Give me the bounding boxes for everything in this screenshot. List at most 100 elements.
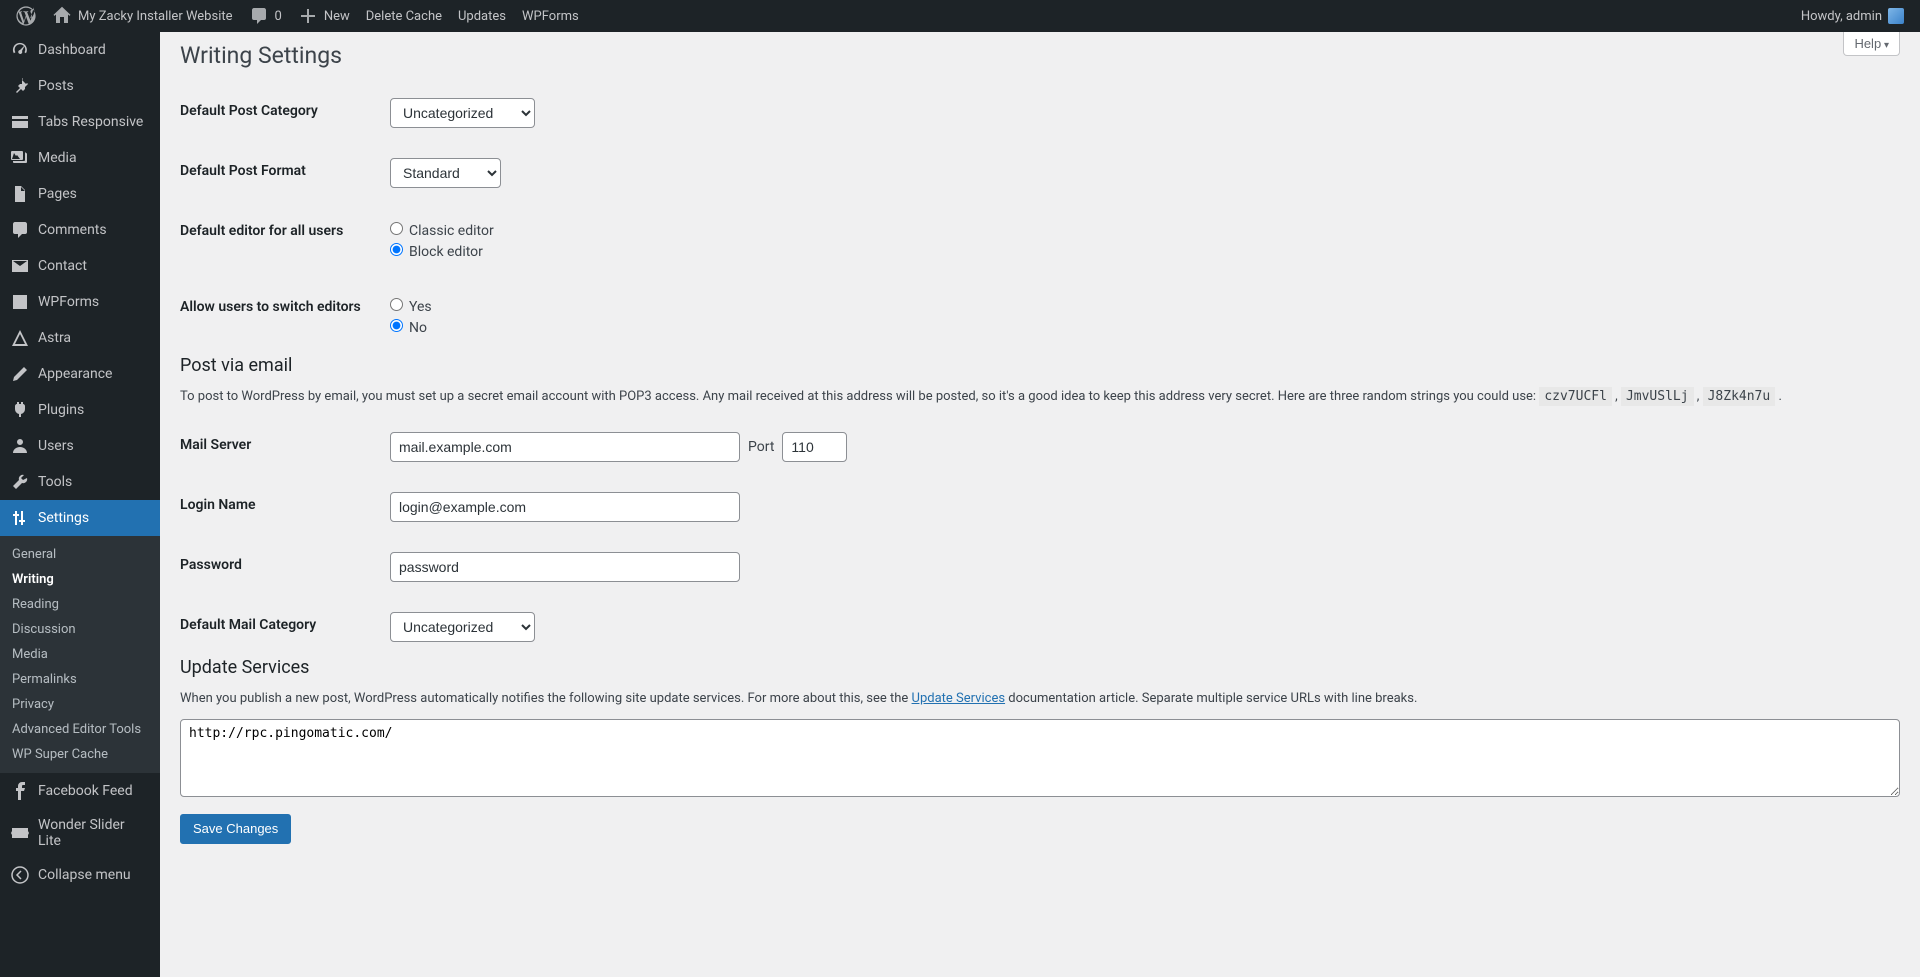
password-label: Password <box>180 537 380 597</box>
editor-block-radio[interactable] <box>390 243 403 256</box>
menu-label: WPForms <box>38 294 99 310</box>
menu-label: Dashboard <box>38 42 106 58</box>
users-icon <box>10 436 30 456</box>
default-editor-label: Default editor for all users <box>180 203 380 279</box>
random-string-1: czv7UCFl <box>1539 387 1612 406</box>
default-format-select[interactable]: Standard <box>390 158 501 188</box>
wrench-icon <box>10 472 30 492</box>
updates-link[interactable]: Updates <box>450 0 514 32</box>
wordpress-icon <box>16 6 36 26</box>
submenu-media[interactable]: Media <box>0 642 160 667</box>
ping-sites-textarea[interactable] <box>180 719 1900 797</box>
menu-label: Settings <box>38 510 89 526</box>
login-name-label: Login Name <box>180 477 380 537</box>
mail-category-label: Default Mail Category <box>180 597 380 657</box>
form-icon <box>10 292 30 312</box>
mail-server-label: Mail Server <box>180 417 380 477</box>
menu-media[interactable]: Media <box>0 140 160 176</box>
plus-icon <box>298 6 318 26</box>
menu-comments[interactable]: Comments <box>0 212 160 248</box>
menu-wonder-slider[interactable]: Wonder Slider Lite <box>0 809 160 857</box>
wordpress-logo-menu[interactable] <box>8 0 44 32</box>
delete-cache-link[interactable]: Delete Cache <box>358 0 450 32</box>
pin-icon <box>10 76 30 96</box>
post-via-email-description: To post to WordPress by email, you must … <box>180 389 1900 404</box>
menu-appearance[interactable]: Appearance <box>0 356 160 392</box>
switch-yes-option[interactable]: Yes <box>390 298 1890 315</box>
new-content-link[interactable]: New <box>290 0 358 32</box>
submenu-permalinks[interactable]: Permalinks <box>0 667 160 692</box>
switch-yes-radio[interactable] <box>390 298 403 311</box>
menu-label: Facebook Feed <box>38 783 133 799</box>
help-tab-container: Help <box>1843 32 1900 56</box>
menu-settings[interactable]: Settings <box>0 500 160 536</box>
default-category-label: Default Post Category <box>180 83 380 143</box>
my-account-link[interactable]: Howdy, admin <box>1793 0 1912 32</box>
comments-count: 0 <box>275 9 282 24</box>
submenu-wp-super-cache[interactable]: WP Super Cache <box>0 742 160 767</box>
avatar <box>1888 8 1904 24</box>
menu-facebook-feed[interactable]: Facebook Feed <box>0 773 160 809</box>
mail-category-select[interactable]: Uncategorized <box>390 612 535 642</box>
menu-label: Comments <box>38 222 107 238</box>
random-string-2: JmvUSlLj <box>1621 387 1694 406</box>
menu-plugins[interactable]: Plugins <box>0 392 160 428</box>
switch-no-option[interactable]: No <box>390 319 1890 336</box>
new-content-text: New <box>324 9 350 24</box>
submenu-writing[interactable]: Writing <box>0 567 160 592</box>
login-name-input[interactable] <box>390 492 740 522</box>
help-button[interactable]: Help <box>1843 32 1900 56</box>
port-input[interactable] <box>782 432 847 462</box>
mail-server-input[interactable] <box>390 432 740 462</box>
menu-astra[interactable]: Astra <box>0 320 160 356</box>
menu-label: Contact <box>38 258 87 274</box>
settings-submenu: General Writing Reading Discussion Media… <box>0 536 160 773</box>
random-string-3: J8Zk4n7u <box>1703 387 1776 406</box>
submenu-discussion[interactable]: Discussion <box>0 617 160 642</box>
comments-icon <box>10 220 30 240</box>
site-name-link[interactable]: My Zacky Installer Website <box>44 0 241 32</box>
password-input[interactable] <box>390 552 740 582</box>
update-services-link[interactable]: Update Services <box>912 691 1006 706</box>
menu-wpforms[interactable]: WPForms <box>0 284 160 320</box>
editor-classic-option[interactable]: Classic editor <box>390 222 1890 239</box>
menu-label: Media <box>38 150 77 166</box>
editor-classic-radio[interactable] <box>390 222 403 235</box>
menu-tools[interactable]: Tools <box>0 464 160 500</box>
default-category-select[interactable]: Uncategorized <box>390 98 535 128</box>
post-via-email-heading: Post via email <box>180 355 1900 376</box>
collapse-icon <box>10 865 30 885</box>
submenu-advanced-editor[interactable]: Advanced Editor Tools <box>0 717 160 742</box>
switch-editors-label: Allow users to switch editors <box>180 279 380 355</box>
menu-label: Collapse menu <box>38 867 131 883</box>
howdy-text: Howdy, admin <box>1801 9 1882 24</box>
menu-label: Appearance <box>38 366 112 382</box>
menu-contact[interactable]: Contact <box>0 248 160 284</box>
menu-posts[interactable]: Posts <box>0 68 160 104</box>
menu-label: Pages <box>38 186 77 202</box>
wpforms-link[interactable]: WPForms <box>514 0 587 32</box>
menu-label: Tabs Responsive <box>38 114 143 130</box>
menu-label: Plugins <box>38 402 84 418</box>
submenu-general[interactable]: General <box>0 542 160 567</box>
menu-pages[interactable]: Pages <box>0 176 160 212</box>
menu-label: Astra <box>38 330 71 346</box>
port-label: Port <box>748 439 774 455</box>
comment-icon <box>249 6 269 26</box>
menu-users[interactable]: Users <box>0 428 160 464</box>
submenu-reading[interactable]: Reading <box>0 592 160 617</box>
sliders-icon <box>10 508 30 528</box>
comments-link[interactable]: 0 <box>241 0 290 32</box>
collapse-menu[interactable]: Collapse menu <box>0 857 160 893</box>
menu-tabs-responsive[interactable]: Tabs Responsive <box>0 104 160 140</box>
menu-dashboard[interactable]: Dashboard <box>0 32 160 68</box>
switch-no-radio[interactable] <box>390 319 403 332</box>
mail-icon <box>10 256 30 276</box>
slider-icon <box>10 823 30 843</box>
site-name-text: My Zacky Installer Website <box>78 9 233 24</box>
menu-label: Tools <box>38 474 72 490</box>
save-changes-button[interactable]: Save Changes <box>180 814 291 844</box>
plug-icon <box>10 400 30 420</box>
submenu-privacy[interactable]: Privacy <box>0 692 160 717</box>
editor-block-option[interactable]: Block editor <box>390 243 1890 260</box>
